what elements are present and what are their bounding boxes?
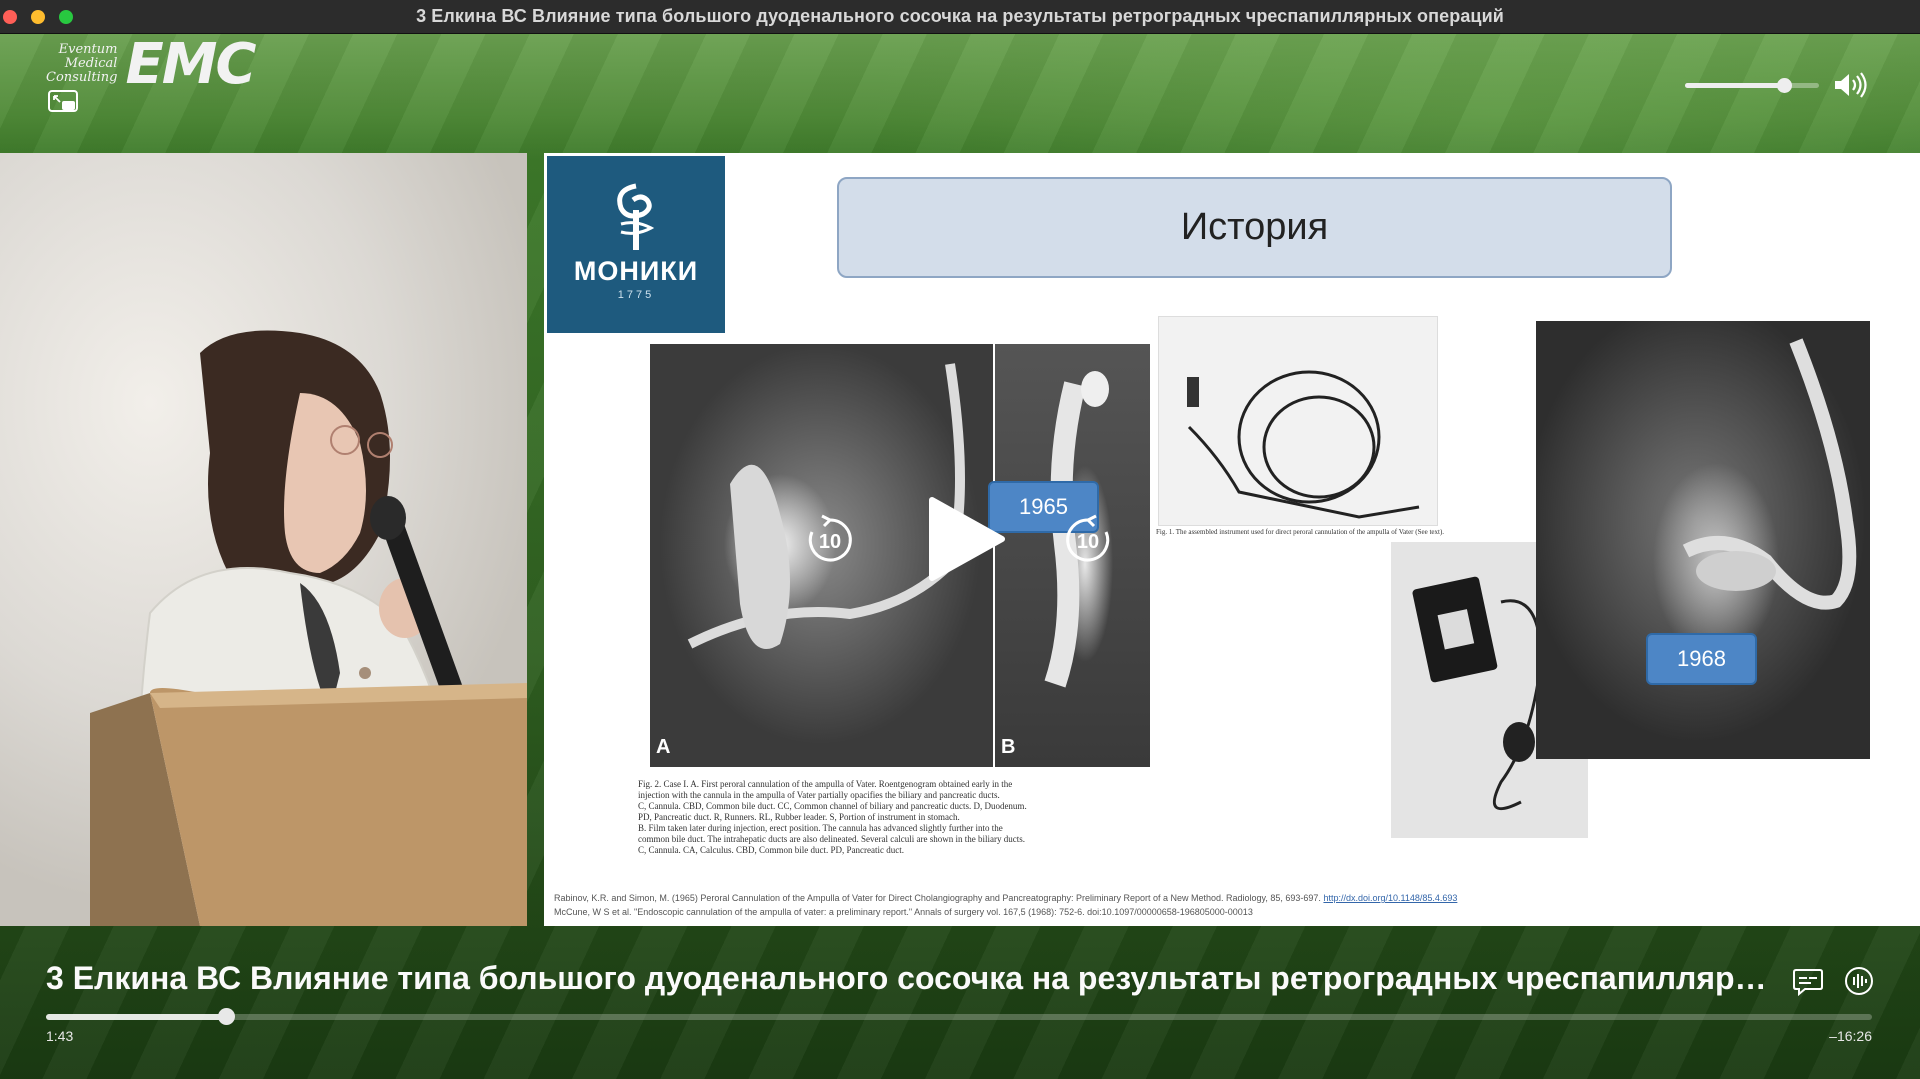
audio-track-icon[interactable]	[1844, 966, 1874, 996]
volume-control[interactable]	[1685, 70, 1885, 100]
slide-heading: История	[837, 177, 1672, 278]
slide-references: Rabinov, K.R. and Simon, M. (1965) Peror…	[554, 893, 1458, 917]
elapsed-time: 1:43	[46, 1028, 74, 1044]
svg-text:10: 10	[1077, 531, 1099, 553]
xray-caption: Fig. 2. Case I. A. First peroral cannula…	[638, 779, 1027, 855]
speaker-volume-icon[interactable]	[1833, 71, 1869, 99]
zoom-window-button[interactable]	[59, 10, 73, 24]
logo-tagline: Eventum Medical Consulting	[46, 42, 118, 85]
video-title: 3 Елкина ВС Влияние типа большого дуоден…	[46, 960, 1772, 996]
instrument-photo	[1158, 316, 1438, 526]
instrument-caption: Fig. 1. The assembled instrument used fo…	[1156, 528, 1445, 536]
emc-logo: Eventum Medical Consulting EMC	[46, 31, 257, 97]
logo-name: МОНИКИ	[573, 256, 699, 286]
reference-link[interactable]: http://dx.doi.org/10.1148/85.4.693	[1323, 893, 1457, 903]
playback-progress-fill	[46, 1014, 227, 1020]
presentation-slide: МОНИКИ 1775 История A B Fig. 1. The asse…	[544, 153, 1920, 926]
speaker-video	[0, 153, 527, 926]
logo-wordmark: EMC	[125, 31, 256, 97]
volume-slider[interactable]	[1685, 77, 1819, 93]
xray-image-c	[1536, 321, 1870, 759]
skip-back-10-icon: 10	[808, 514, 852, 562]
logo-year: 1775	[617, 289, 655, 301]
close-window-button[interactable]	[3, 10, 17, 24]
caduceus-icon	[617, 183, 655, 250]
subtitles-icon[interactable]	[1793, 968, 1823, 996]
xray-label-b: B	[1001, 736, 1016, 758]
picture-in-picture-icon[interactable]	[48, 90, 80, 114]
volume-knob[interactable]	[1777, 77, 1793, 93]
play-icon	[929, 497, 1005, 581]
moniki-logo: МОНИКИ 1775	[547, 156, 725, 333]
play-button[interactable]	[920, 494, 1010, 584]
window-titlebar: 3 Елкина ВС Влияние типа большого дуоден…	[0, 0, 1920, 34]
window-controls	[0, 0, 73, 34]
svg-text:10: 10	[819, 531, 841, 553]
year-1968-box: 1968	[1646, 633, 1757, 685]
skip-back-10-button[interactable]: 10	[802, 512, 858, 568]
speaker-figure	[90, 330, 527, 926]
remaining-time: –16:26	[1829, 1028, 1872, 1044]
playback-progress-bar[interactable]	[46, 1008, 1872, 1025]
skip-forward-10-button[interactable]: 10	[1060, 512, 1116, 568]
xray-label-a: A	[656, 736, 671, 758]
volume-level	[1685, 82, 1785, 88]
window-title: 3 Елкина ВС Влияние типа большого дуоден…	[416, 6, 1504, 26]
skip-forward-10-icon: 10	[1066, 514, 1110, 562]
minimize-window-button[interactable]	[31, 10, 45, 24]
